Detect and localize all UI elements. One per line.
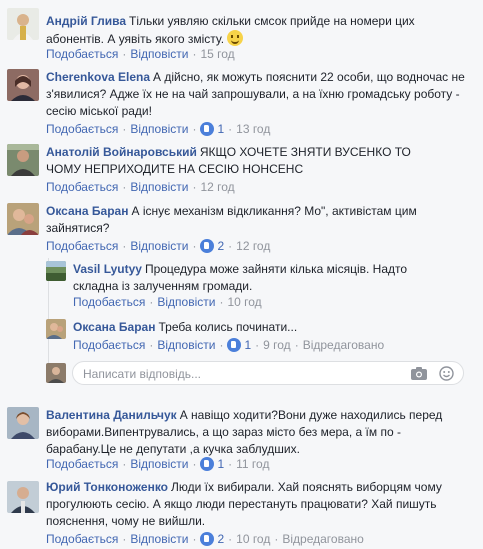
like-count[interactable]: 2 xyxy=(217,239,224,253)
comment-author[interactable]: Оксана Баран xyxy=(73,320,155,334)
comment-actions: Подобається · Відповісти · 1 · 11 год xyxy=(46,457,270,471)
reply-link[interactable]: Відповісти xyxy=(130,180,188,194)
like-link[interactable]: Подобається xyxy=(73,338,145,352)
avatar[interactable] xyxy=(7,407,39,439)
like-icon xyxy=(200,239,215,253)
comment-actions: Подобається · Відповісти · 2 · 12 год xyxy=(46,239,271,253)
edited-label[interactable]: Відредаговано xyxy=(303,338,384,352)
timestamp[interactable]: 12 год xyxy=(236,239,270,253)
comment-actions: Подобається · Відповісти · 2 · 10 год · Відредаг… xyxy=(46,532,364,546)
timestamp[interactable]: 10 год xyxy=(236,532,270,546)
like-link[interactable]: Подобається xyxy=(46,180,118,194)
timestamp[interactable]: 15 год xyxy=(200,47,234,61)
current-user-avatar xyxy=(46,363,66,383)
reply-input-box[interactable] xyxy=(72,361,464,385)
reply-link[interactable]: Відповісти xyxy=(130,457,188,471)
emoji-icon[interactable] xyxy=(439,366,454,381)
comment-actions: Подобається · Відповісти · 10 год xyxy=(73,295,262,309)
like-count[interactable]: 2 xyxy=(217,532,224,546)
comment-body: Юрий Тонконоженко Люди їх вибирали. Хай п… xyxy=(46,479,456,530)
reply-link[interactable]: Відповісти xyxy=(130,532,188,546)
reply-link[interactable]: Відповісти xyxy=(130,47,188,61)
avatar[interactable] xyxy=(7,481,39,513)
comment-body: Vasil Lyutyy Процедура може зайняти кільк… xyxy=(73,261,453,295)
timestamp[interactable]: 10 год xyxy=(227,295,261,309)
like-link[interactable]: Подобається xyxy=(46,122,118,136)
like-count[interactable]: 1 xyxy=(217,122,224,136)
smile-emoji-icon xyxy=(227,30,244,46)
avatar[interactable] xyxy=(7,144,39,176)
avatar[interactable] xyxy=(7,69,39,101)
timestamp[interactable]: 12 год xyxy=(200,180,234,194)
like-icon xyxy=(227,338,242,352)
comment-author[interactable]: Оксана Баран xyxy=(46,204,128,218)
like-link[interactable]: Подобається xyxy=(46,532,118,546)
comment-actions: Подобається · Відповісти · 12 год xyxy=(46,180,235,194)
like-icon xyxy=(200,122,215,136)
comment-body: Валентина Данильчук А навіщо ходити?Вони … xyxy=(46,407,471,458)
comment-text: Треба колись починати... xyxy=(158,320,298,334)
comment-actions: Подобається · Відповісти · 15 год xyxy=(46,47,235,61)
comment-actions: Подобається · Відповісти · 1 · 9 год · Відредаго… xyxy=(73,338,385,352)
like-icon xyxy=(200,457,215,471)
timestamp[interactable]: 9 год xyxy=(263,338,291,352)
comment-body: Оксана Баран А існує механізм відкликання… xyxy=(46,203,446,237)
comment-body: Оксана Баран Треба колись починати... xyxy=(73,319,453,336)
like-count[interactable]: 1 xyxy=(217,457,224,471)
like-link[interactable]: Подобається xyxy=(46,239,118,253)
comment-body: Cherenkova Elena А дійсно, як можуть пояс… xyxy=(46,69,466,120)
avatar[interactable] xyxy=(7,203,39,235)
comment-author[interactable]: Анатолій Войнаровський xyxy=(46,145,197,159)
timestamp[interactable]: 11 год xyxy=(236,457,269,471)
reply-link[interactable]: Відповісти xyxy=(157,338,215,352)
avatar[interactable] xyxy=(7,8,39,40)
comment-actions: Подобається · Відповісти · 1 · 13 год xyxy=(46,122,271,136)
comment-author[interactable]: Юрий Тонконоженко xyxy=(46,480,168,494)
edited-label[interactable]: Відредаговано xyxy=(282,532,363,546)
reply-input[interactable] xyxy=(81,365,405,383)
comment-body: Анатолій Войнаровський ЯКЩО ХОЧЕТЕ ЗНЯТИ … xyxy=(46,144,446,178)
reply-link[interactable]: Відповісти xyxy=(130,122,188,136)
like-icon xyxy=(200,532,215,546)
reply-link[interactable]: Відповісти xyxy=(130,239,188,253)
avatar[interactable] xyxy=(46,261,66,281)
camera-icon[interactable] xyxy=(411,367,427,380)
comment-author[interactable]: Валентина Данильчук xyxy=(46,408,177,422)
like-link[interactable]: Подобається xyxy=(46,47,118,61)
reply-link[interactable]: Відповісти xyxy=(157,295,215,309)
comment-body: Андрій Глива Тільки уявляю скільки смсок … xyxy=(46,13,456,48)
comment-author[interactable]: Андрій Глива xyxy=(46,14,126,28)
like-link[interactable]: Подобається xyxy=(73,295,145,309)
like-count[interactable]: 1 xyxy=(244,338,251,352)
like-link[interactable]: Подобається xyxy=(46,457,118,471)
comment-author[interactable]: Cherenkova Elena xyxy=(46,70,150,84)
timestamp[interactable]: 13 год xyxy=(236,122,270,136)
comment-author[interactable]: Vasil Lyutyy xyxy=(73,262,142,276)
avatar[interactable] xyxy=(46,319,66,339)
